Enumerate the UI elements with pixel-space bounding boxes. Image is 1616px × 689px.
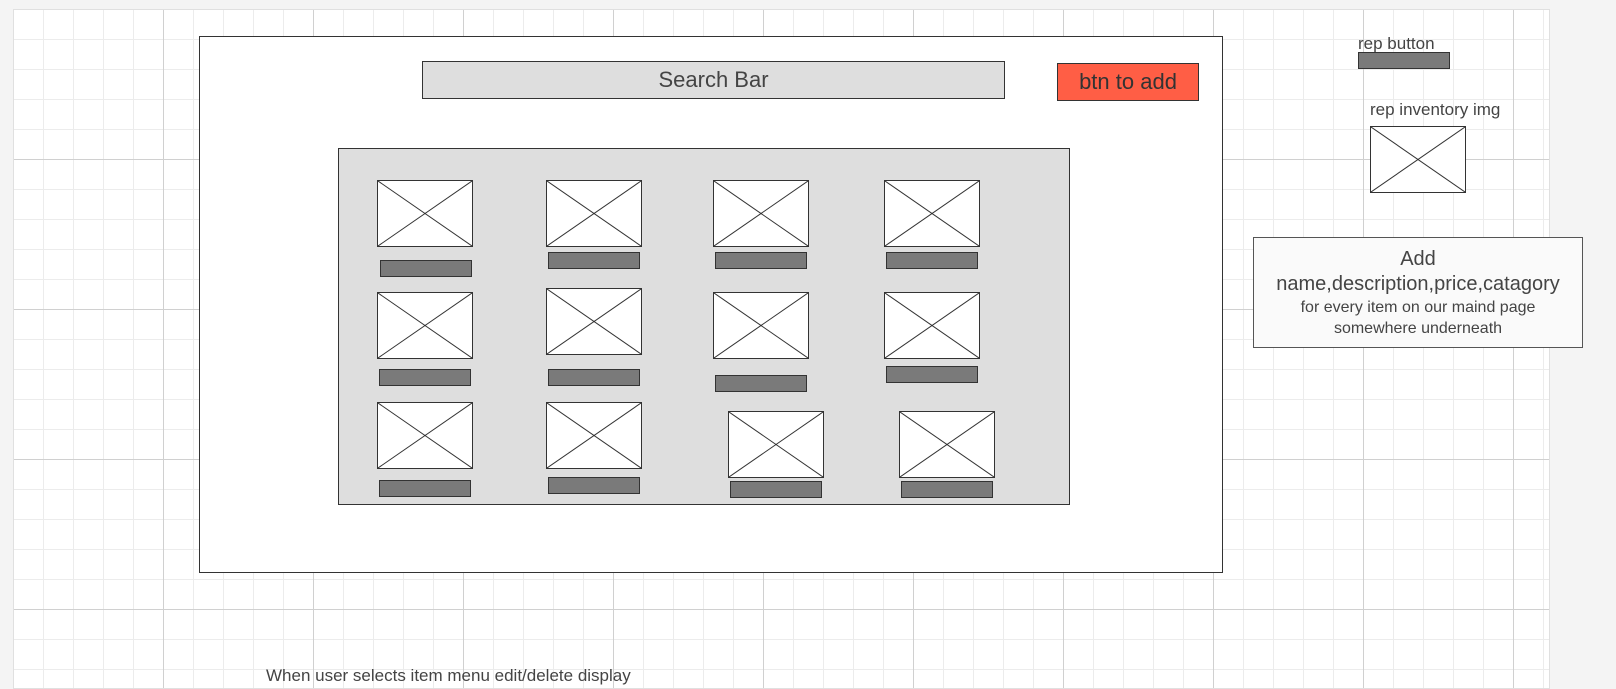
inventory-item-image[interactable] [728,411,824,478]
inventory-item-image[interactable] [377,180,473,247]
add-fields-note: Add name,description,price,catagory for … [1253,237,1583,348]
inventory-item-image[interactable] [546,402,642,469]
inventory-item-image[interactable] [884,180,980,247]
note-line-1: Add [1400,248,1436,270]
inventory-item-button[interactable] [901,481,993,498]
inventory-item-button[interactable] [715,375,807,392]
inventory-item-button[interactable] [886,366,978,383]
inventory-item-image[interactable] [713,292,809,359]
inventory-item-button[interactable] [730,481,822,498]
rep-inventory-img-sample [1370,126,1466,193]
inventory-item-image[interactable] [377,292,473,359]
inventory-item-image[interactable] [546,180,642,247]
add-item-button-label: btn to add [1079,69,1177,94]
add-item-button[interactable]: btn to add [1057,63,1199,101]
note-line-2: name,description,price,catagory [1276,273,1560,295]
inventory-item-image[interactable] [899,411,995,478]
inventory-item-button[interactable] [548,477,640,494]
rep-button-legend-label: rep button [1358,34,1435,53]
inventory-item-button[interactable] [715,252,807,269]
search-bar[interactable]: Search Bar [422,61,1005,99]
inventory-item-button[interactable] [886,252,978,269]
inventory-item-button[interactable] [379,480,471,497]
rep-button-sample [1358,52,1450,69]
search-bar-label: Search Bar [658,67,769,92]
bottom-annotation: When user selects item menu edit/delete … [266,666,631,685]
inventory-item-button[interactable] [379,369,471,386]
inventory-item-image[interactable] [884,292,980,359]
inventory-item-button[interactable] [548,369,640,386]
inventory-item-image[interactable] [377,402,473,469]
inventory-item-image[interactable] [546,288,642,355]
rep-inventory-img-legend-label: rep inventory img [1370,100,1501,119]
note-line-3: for every item on our maind page [1300,299,1536,316]
note-line-4: somewhere underneath [1333,320,1503,337]
inventory-item-button[interactable] [548,252,640,269]
inventory-item-button[interactable] [380,260,472,277]
inventory-item-image[interactable] [713,180,809,247]
